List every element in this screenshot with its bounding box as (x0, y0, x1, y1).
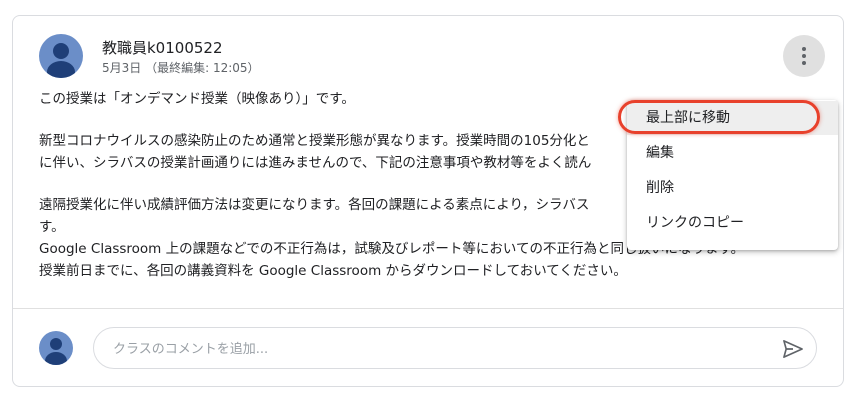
avatar-head-shape (50, 338, 62, 350)
more-vert-icon-dot (802, 54, 806, 58)
comment-input[interactable] (111, 338, 755, 360)
post-author: 教職員k0100522 (102, 39, 223, 57)
menu-item-edit[interactable]: 編集 (627, 136, 838, 170)
more-vert-icon (802, 47, 806, 51)
post-options-menu: 最上部に移動 編集 削除 リンクのコピー (627, 100, 838, 250)
post-card: 教職員k0100522 5月3日 （最終編集: 12:05） この授業は「オンデ… (12, 15, 844, 387)
post-date: 5月3日 （最終編集: 12:05） (102, 61, 260, 75)
menu-item-copy-link[interactable]: リンクのコピー (627, 206, 838, 240)
avatar-head-shape (53, 43, 69, 59)
post-body-line: 授業前日までに、各回の講義資料を Google Classroom からダウンロ… (39, 263, 627, 279)
menu-item-delete[interactable]: 削除 (627, 171, 838, 205)
commenter-avatar (39, 331, 73, 365)
more-options-button[interactable] (783, 35, 825, 77)
comment-divider (13, 308, 843, 309)
avatar-body-shape (47, 61, 75, 78)
menu-item-move-to-top[interactable]: 最上部に移動 (627, 101, 838, 135)
more-vert-icon-dot (802, 61, 806, 65)
author-avatar (39, 34, 83, 78)
avatar-body-shape (45, 352, 67, 365)
comment-box[interactable] (93, 327, 817, 369)
send-icon[interactable] (782, 339, 804, 359)
